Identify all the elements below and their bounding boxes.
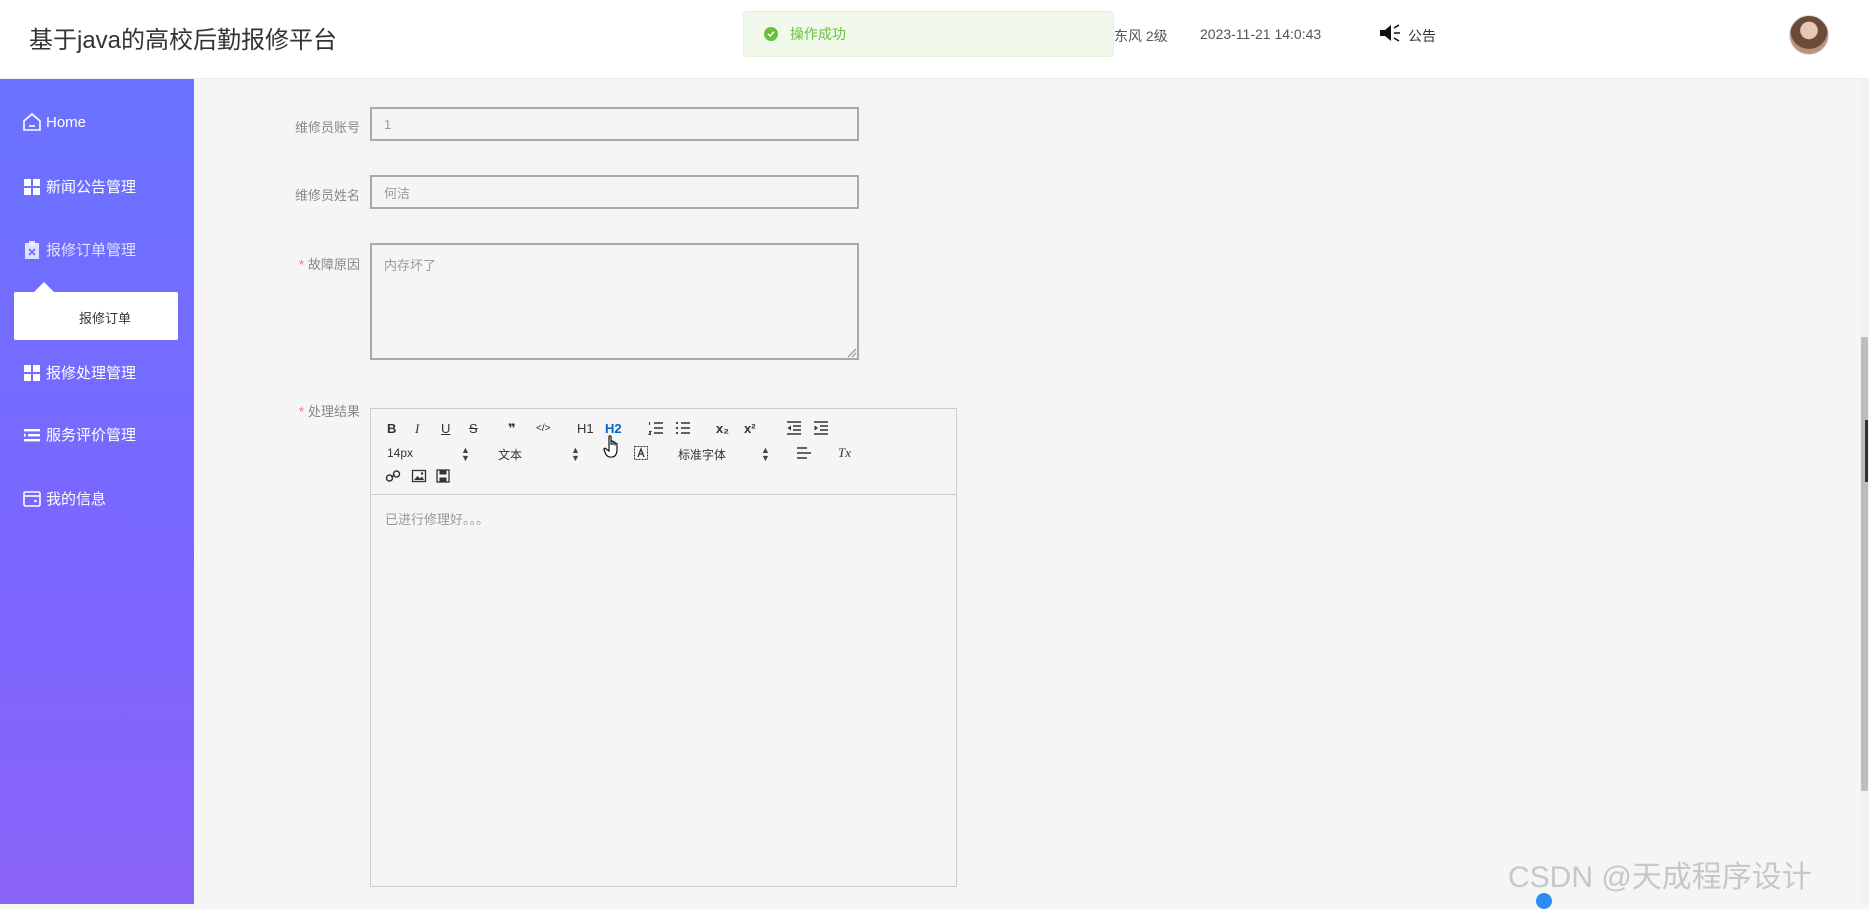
repairer-name-label: 维修员姓名 — [294, 188, 360, 203]
subscript-button[interactable]: x₂ — [716, 421, 729, 437]
sidebar-item-repair-orders[interactable]: 报修订单管理 — [22, 239, 136, 260]
check-circle-icon — [764, 27, 778, 41]
sidebar-item-home[interactable]: Home — [22, 112, 86, 132]
font-family-select[interactable]: 标准字体 — [678, 446, 726, 463]
scroll-marker — [1865, 420, 1868, 482]
text-style-caret-icon: ▲ ▼ — [571, 445, 580, 463]
watermark: CSDN @天成程序设计 — [1508, 861, 1812, 894]
card-icon — [22, 489, 42, 509]
required-mark: * — [298, 404, 304, 419]
app-title: 基于java的高校后勤报修平台 — [29, 27, 338, 54]
sidebar-item-label: 服务评价管理 — [46, 427, 137, 444]
speaker-icon — [1378, 22, 1402, 49]
datetime-display: 2023-11-21 14:0:43 — [1200, 26, 1322, 42]
link-icon[interactable] — [385, 468, 401, 484]
sidebar-item-label: 报修处理管理 — [46, 365, 137, 382]
fault-reason-textarea[interactable]: 内存坏了 — [370, 243, 859, 360]
blockquote-button[interactable]: ❞ — [508, 421, 516, 437]
sidebar-item-repair-processing[interactable]: 报修处理管理 — [22, 362, 136, 383]
clipboard-icon — [22, 240, 42, 260]
hand-cursor-icon — [603, 435, 618, 458]
repairer-account-input[interactable] — [370, 107, 859, 141]
result-label: * 处理结果 — [220, 401, 360, 420]
underline-button[interactable]: U — [441, 421, 450, 437]
user-avatar[interactable] — [1789, 15, 1829, 55]
notice-button[interactable]: 公告 — [1378, 22, 1436, 49]
sidebar-item-service-review[interactable]: 服务评价管理 — [22, 424, 136, 445]
repairer-name-input[interactable] — [370, 175, 859, 209]
sidebar: Home 新闻公告管理 报修订单管理 报修订单 报修处理管理 服务评价管理 我的… — [0, 79, 194, 904]
sidebar-item-label: 新闻公告管理 — [46, 179, 137, 196]
background-color-icon[interactable] — [633, 445, 649, 461]
list-icon — [22, 425, 42, 445]
sidebar-item-label: 我的信息 — [46, 491, 107, 508]
success-toast: 操作成功 — [743, 11, 1114, 57]
sidebar-item-label: 报修订单管理 — [46, 242, 137, 259]
italic-button[interactable]: I — [415, 421, 419, 437]
home-icon — [22, 112, 42, 132]
header-1-button[interactable]: H1 — [577, 421, 594, 437]
result-text: 处理结果 — [307, 404, 360, 419]
bullet-list-icon[interactable] — [675, 421, 691, 437]
fault-reason-label: * 故障原因 — [220, 254, 360, 273]
fault-reason-text: 故障原因 — [307, 257, 360, 272]
video-icon[interactable] — [435, 468, 451, 484]
required-mark: * — [298, 257, 304, 272]
submenu-arrow — [34, 282, 54, 292]
notice-label: 公告 — [1408, 27, 1436, 44]
toast-message: 操作成功 — [790, 26, 846, 42]
image-icon[interactable] — [411, 468, 427, 484]
rich-text-editor: B I U S ❞ </> H1 H2 x₂ x² 14px ▲ ▼ 文本 ▲ ▼ … — [370, 408, 957, 887]
font-family-caret-icon: ▲ ▼ — [761, 445, 770, 463]
sidebar-item-my-info[interactable]: 我的信息 — [22, 488, 106, 509]
grid-icon — [22, 177, 42, 197]
scrollbar-thumb[interactable] — [1861, 337, 1868, 791]
superscript-button[interactable]: x² — [744, 421, 756, 437]
submenu-item-repair-order[interactable]: 报修订单 — [79, 308, 131, 327]
editor-toolbar: B I U S ❞ </> H1 H2 x₂ x² 14px ▲ ▼ 文本 ▲ ▼ … — [371, 409, 956, 495]
sidebar-item-label: Home — [46, 113, 87, 131]
strike-button[interactable]: S — [469, 421, 478, 437]
ordered-list-icon[interactable] — [648, 421, 664, 437]
font-size-caret-icon: ▲ ▼ — [461, 445, 470, 463]
align-left-icon[interactable] — [796, 446, 812, 462]
sidebar-item-news[interactable]: 新闻公告管理 — [22, 176, 136, 197]
indent-icon[interactable] — [813, 421, 829, 437]
floating-dot[interactable] — [1536, 893, 1552, 909]
grid-icon — [22, 363, 42, 383]
bold-button[interactable]: B — [387, 421, 396, 437]
font-size-select[interactable]: 14px — [387, 446, 413, 460]
resize-grip-icon[interactable] — [845, 346, 857, 358]
submenu-panel: 报修订单 — [14, 282, 178, 340]
top-header: 基于java的高校后勤报修平台 操作成功 东风 2级 2023-11-21 14… — [0, 0, 1869, 79]
outdent-icon[interactable] — [786, 421, 802, 437]
repairer-account-label: 维修员账号 — [294, 120, 360, 135]
clear-format-button[interactable]: Tx — [838, 445, 851, 461]
editor-content[interactable]: 已进行修理好。。。 — [385, 509, 489, 528]
code-block-button[interactable]: </> — [536, 421, 550, 437]
user-level: 东风 2级 — [1114, 28, 1168, 44]
text-style-select[interactable]: 文本 — [498, 446, 522, 463]
